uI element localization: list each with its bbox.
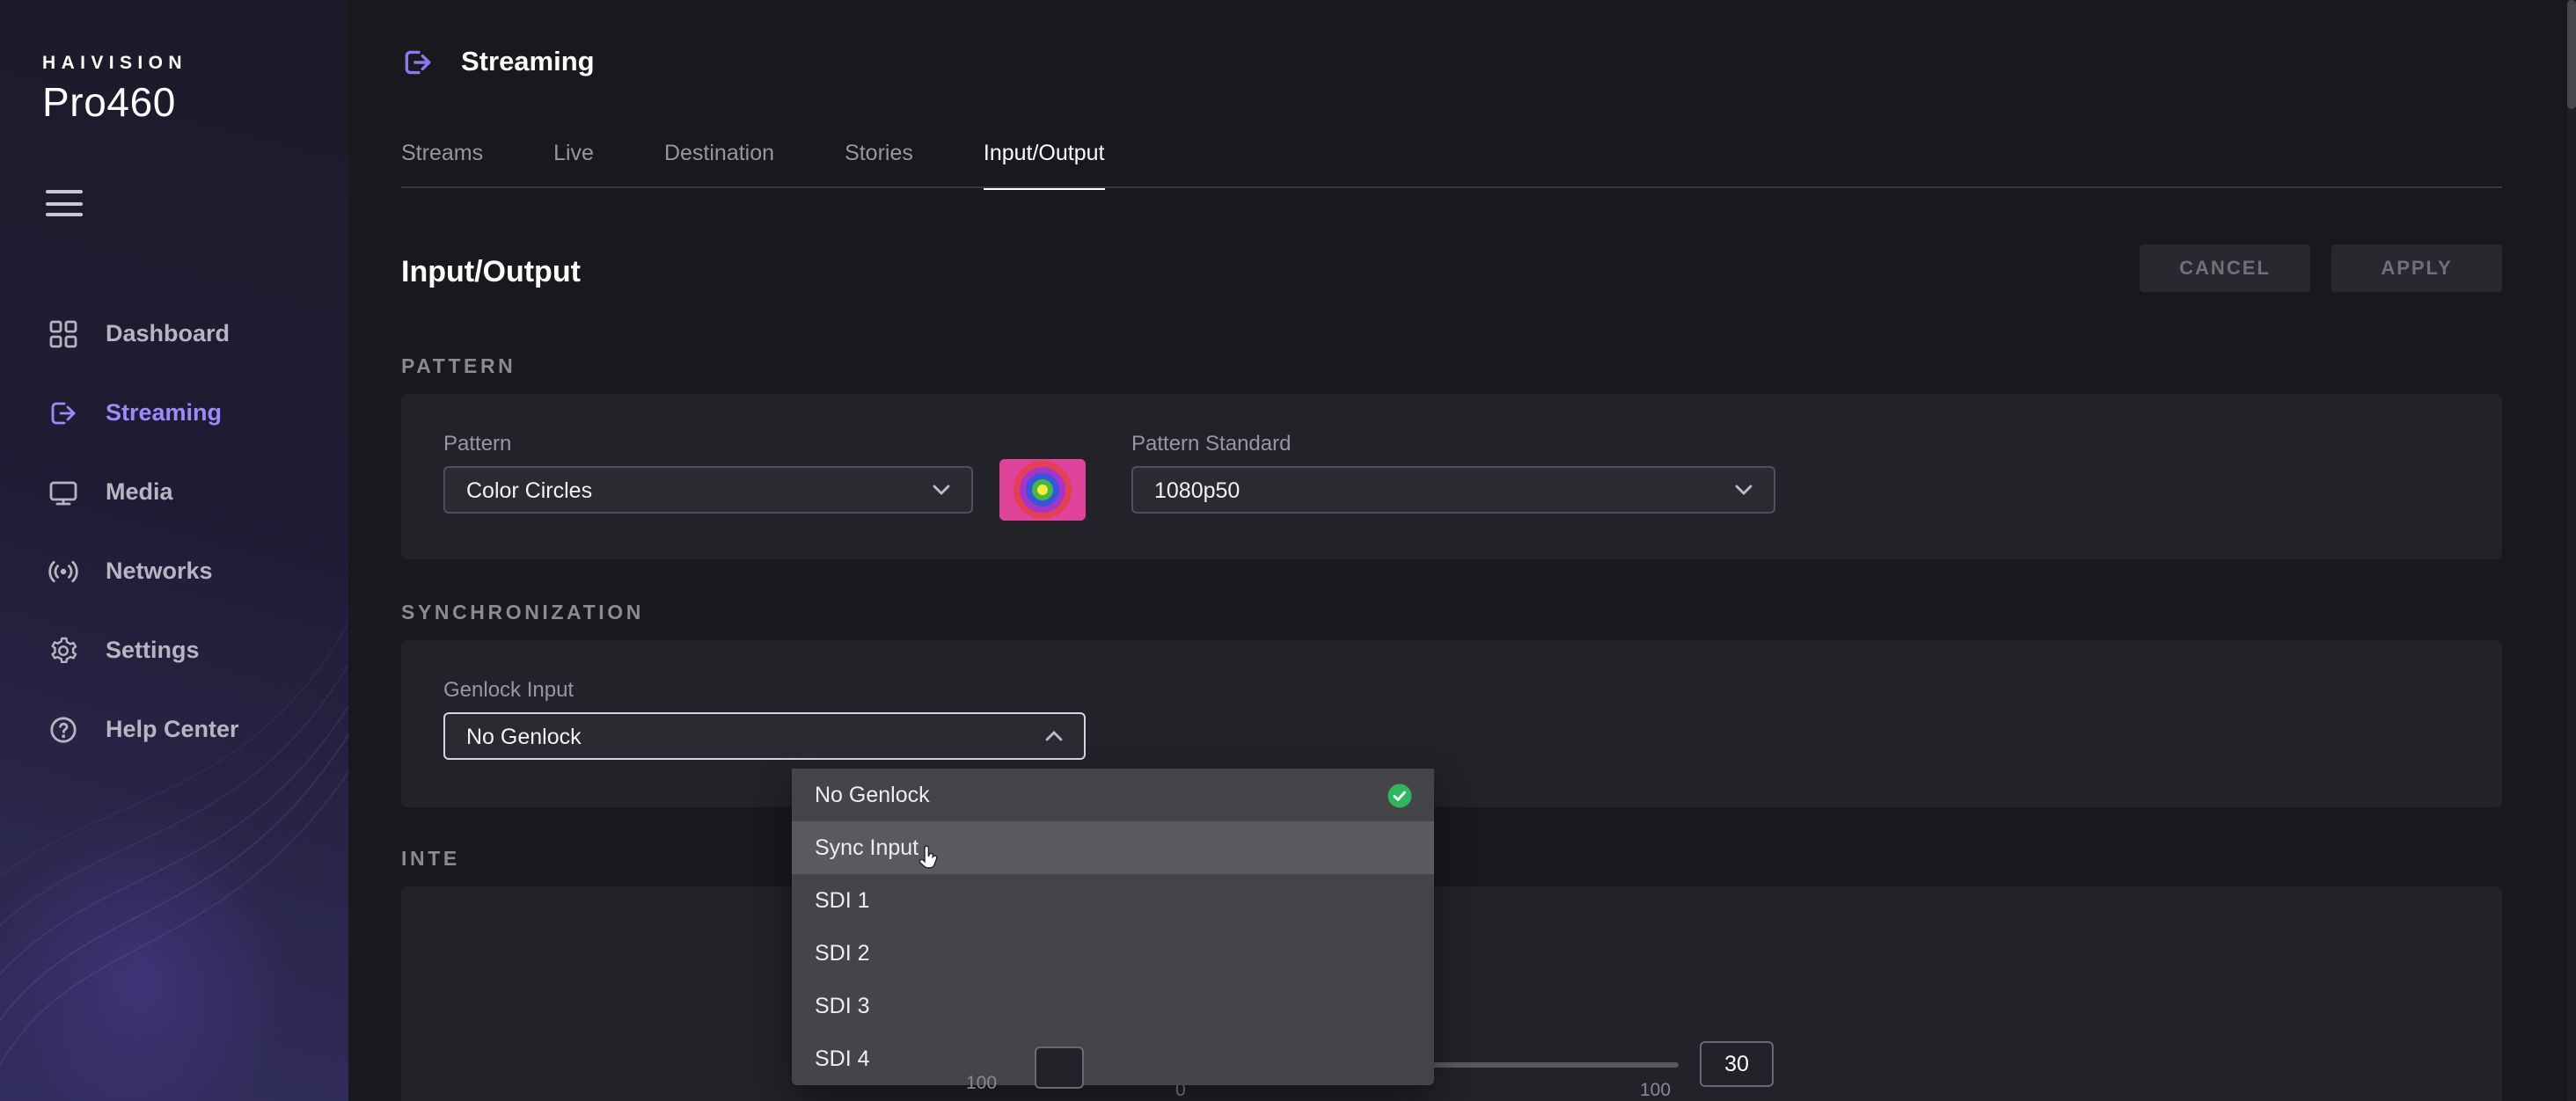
menu-item-no-genlock[interactable]: No Genlock	[792, 769, 1434, 821]
pattern-select-value: Color Circles	[466, 478, 592, 502]
chevron-up-icon	[1045, 730, 1063, 742]
sidebar-nav: Dashboard Streaming Media	[0, 294, 348, 769]
sidebar-item-streaming[interactable]: Streaming	[0, 373, 348, 452]
color-circles-preview	[999, 459, 1086, 521]
menu-item-label: Sync Input	[815, 835, 918, 860]
sidebar-item-help-center[interactable]: Help Center	[0, 689, 348, 769]
pattern-select[interactable]: Color Circles	[443, 466, 973, 514]
hamburger-menu-icon[interactable]	[46, 190, 83, 224]
tab-destination[interactable]: Destination	[664, 141, 774, 190]
sidebar-item-networks[interactable]: Networks	[0, 531, 348, 610]
pattern-standard-select[interactable]: 1080p50	[1131, 466, 1775, 514]
section-title-clipped: INTE	[401, 849, 460, 871]
chevron-down-icon	[933, 484, 950, 496]
tab-bar: Streams Live Destination Stories Input/O…	[401, 141, 1105, 190]
header-title: Streaming	[461, 47, 595, 78]
selected-check-icon	[1387, 782, 1413, 808]
brand-logo: HAIVISION Pro460	[42, 53, 187, 127]
genlock-input-label: Genlock Input	[443, 677, 574, 702]
scrollbar-thumb[interactable]	[2567, 0, 2576, 109]
menu-item-sdi-1[interactable]: SDI 1	[792, 874, 1434, 927]
menu-item-label: SDI 1	[815, 888, 870, 913]
menu-item-sdi-4[interactable]: SDI 4	[792, 1032, 1434, 1085]
menu-item-sdi-3[interactable]: SDI 3	[792, 980, 1434, 1032]
sidebar: HAIVISION Pro460 Dashboard	[0, 0, 348, 1101]
genlock-dropdown-menu: No Genlock Sync Input SDI 1 SDI 2 SDI 3 …	[792, 769, 1434, 1085]
scrollbar	[2567, 0, 2576, 1101]
synchronization-panel: Genlock Input No Genlock	[401, 640, 2502, 807]
tab-live[interactable]: Live	[553, 141, 594, 190]
brand-name: HAIVISION	[42, 53, 187, 74]
audio-panel: Bluetooth Microphone 0 100 30 100	[401, 886, 2502, 1101]
menu-item-label: SDI 3	[815, 994, 870, 1018]
settings-gear-icon	[48, 634, 79, 666]
tab-streams[interactable]: Streams	[401, 141, 483, 190]
dashboard-grid-icon	[48, 317, 79, 349]
page-header: Streaming	[401, 46, 595, 79]
main-content: Streaming Streams Live Destination Stori…	[348, 0, 2576, 1101]
menu-item-label: No Genlock	[815, 783, 930, 807]
chevron-down-icon	[1735, 484, 1753, 496]
apply-button[interactable]: APPLY	[2331, 244, 2502, 292]
microphone-value-field[interactable]: 30	[1700, 1041, 1774, 1087]
page-title: Input/Output	[401, 255, 581, 290]
genlock-select-value: No Genlock	[466, 724, 582, 748]
menu-item-sdi-2[interactable]: SDI 2	[792, 927, 1434, 980]
media-monitor-icon	[48, 476, 79, 507]
streaming-export-icon	[401, 46, 435, 79]
sidebar-item-dashboard[interactable]: Dashboard	[0, 294, 348, 373]
help-question-icon	[48, 713, 79, 745]
pattern-panel: Pattern Color Circles Pattern Standard	[401, 394, 2502, 559]
menu-item-label: SDI 2	[815, 941, 870, 966]
sidebar-item-label: Settings	[106, 637, 200, 663]
sidebar-item-label: Media	[106, 478, 173, 505]
sidebar-item-label: Help Center	[106, 716, 239, 742]
sidebar-item-label: Networks	[106, 558, 213, 584]
sidebar-item-label: Dashboard	[106, 320, 230, 346]
pattern-standard-value: 1080p50	[1154, 478, 1240, 502]
page-actions: CANCEL APPLY	[2140, 244, 2502, 292]
sidebar-item-media[interactable]: Media	[0, 452, 348, 531]
tab-input-output[interactable]: Input/Output	[984, 141, 1105, 190]
networks-broadcast-icon	[48, 555, 79, 587]
brand-model: Pro460	[42, 79, 187, 127]
pattern-standard-label: Pattern Standard	[1131, 431, 1291, 456]
cancel-button[interactable]: CANCEL	[2140, 244, 2310, 292]
tab-divider	[401, 186, 2502, 188]
section-title-synchronization: SYNCHRONIZATION	[401, 603, 644, 624]
streaming-export-icon	[48, 397, 79, 428]
menu-item-label: SDI 4	[815, 1046, 870, 1071]
slider-max-label: 100	[1640, 1080, 1671, 1101]
genlock-input-select[interactable]: No Genlock	[443, 712, 1086, 760]
menu-item-sync-input[interactable]: Sync Input	[792, 821, 1434, 874]
pattern-field-label: Pattern	[443, 431, 511, 456]
sidebar-item-label: Streaming	[106, 399, 222, 426]
sidebar-item-settings[interactable]: Settings	[0, 610, 348, 689]
section-title-pattern: PATTERN	[401, 357, 516, 378]
app-window: HAIVISION Pro460 Dashboard	[0, 0, 2576, 1101]
tab-stories[interactable]: Stories	[845, 141, 913, 190]
